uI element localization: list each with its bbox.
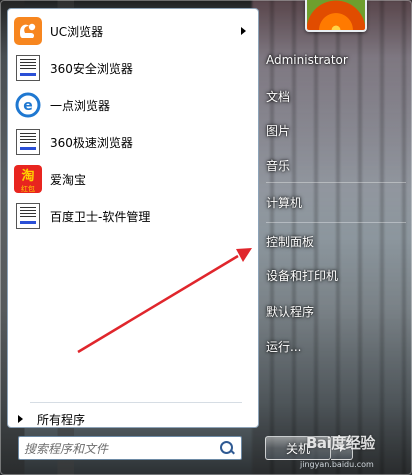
right-item-devices-printers[interactable]: 设备和打印机 — [266, 263, 338, 287]
right-item-computer[interactable]: 计算机 — [266, 190, 302, 214]
program-label: 百度卫士-软件管理 — [50, 209, 151, 224]
separator — [266, 182, 406, 183]
search-icon[interactable] — [220, 441, 233, 454]
taobao-icon: 淘 红包 — [14, 165, 42, 193]
document-icon — [16, 129, 40, 155]
watermark-url: jingyan.baidu.com — [300, 460, 374, 469]
program-label: 360安全浏览器 — [50, 61, 133, 76]
program-item-baidu-guard[interactable]: 百度卫士-软件管理 — [8, 198, 258, 234]
all-programs-label: 所有程序 — [37, 412, 86, 427]
svg-text:e: e — [23, 98, 33, 114]
document-icon — [16, 203, 40, 229]
all-programs-button[interactable]: 所有程序 — [8, 407, 258, 431]
right-item-music[interactable]: 音乐 — [266, 153, 290, 177]
svg-text:淘: 淘 — [21, 168, 34, 184]
program-item-yidian-browser[interactable]: e 一点浏览器 — [8, 87, 258, 123]
user-picture[interactable] — [305, 0, 367, 32]
submenu-arrow-icon[interactable] — [241, 27, 246, 35]
programs-pane: UC浏览器 360安全浏览器 e 一点浏览器 360极速浏览器 淘 红包 爱淘宝 — [7, 8, 259, 428]
expand-arrow-icon — [18, 415, 23, 423]
ie-browser-icon: e — [14, 91, 42, 119]
separator — [30, 402, 242, 403]
separator — [266, 222, 406, 223]
right-item-documents[interactable]: 文档 — [266, 84, 290, 108]
right-item-control-panel[interactable]: 控制面板 — [266, 229, 314, 253]
uc-browser-icon — [14, 17, 42, 45]
program-item-ai-taobao[interactable]: 淘 红包 爱淘宝 — [8, 161, 258, 197]
program-item-360-speed-browser[interactable]: 360极速浏览器 — [8, 124, 258, 160]
program-label: 360极速浏览器 — [50, 135, 133, 150]
watermark-logo-text: Bai度经验 — [306, 434, 375, 452]
search-input[interactable] — [22, 439, 222, 459]
svg-text:红包: 红包 — [21, 184, 35, 193]
document-icon — [16, 55, 40, 81]
right-item-default-programs[interactable]: 默认程序 — [266, 299, 314, 323]
program-label: 爱淘宝 — [50, 172, 87, 187]
program-item-360-safe-browser[interactable]: 360安全浏览器 — [8, 50, 258, 86]
right-item-run[interactable]: 运行... — [266, 334, 301, 358]
program-item-uc-browser[interactable]: UC浏览器 — [8, 13, 258, 49]
right-item-administrator[interactable]: Administrator — [266, 48, 348, 72]
program-label: UC浏览器 — [50, 24, 104, 39]
baidu-jingyan-watermark: Bai度经验 jingyan.baidu.com — [300, 426, 412, 475]
program-label: 一点浏览器 — [50, 98, 111, 113]
search-box[interactable] — [18, 436, 242, 460]
right-item-pictures[interactable]: 图片 — [266, 118, 290, 142]
